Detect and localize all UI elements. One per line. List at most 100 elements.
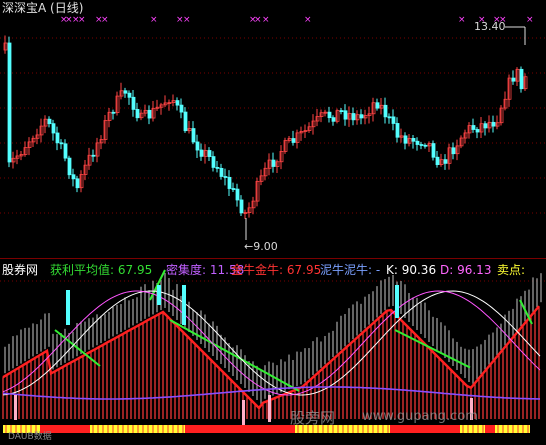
candle-body — [51, 123, 56, 134]
candle-body — [327, 111, 332, 119]
candle-body — [475, 129, 480, 133]
candle-body — [383, 104, 388, 118]
profit-average-line — [54, 329, 101, 367]
status-strip-segment — [390, 425, 460, 433]
candle-body — [339, 110, 344, 113]
candle-body — [483, 123, 488, 129]
candle-body — [519, 68, 524, 90]
watermark-site: 股旁网 — [290, 409, 336, 427]
candle-body — [351, 113, 356, 121]
candle-body — [375, 102, 380, 109]
candle-body — [387, 116, 392, 119]
candle-body — [111, 111, 116, 114]
candle-body — [231, 188, 236, 190]
candle-body — [183, 111, 188, 132]
buy-signal-spike — [66, 290, 70, 325]
candle-body — [511, 77, 516, 82]
candle-body — [7, 42, 12, 163]
candle-body — [415, 140, 420, 145]
candle-body — [55, 132, 60, 144]
d-value-readout: D: 96.13 — [440, 263, 492, 277]
status-strip-segment — [90, 425, 185, 433]
bottom-left-caption: DAUB数据 — [8, 432, 52, 442]
d-line — [2, 290, 541, 396]
chart-window[interactable]: 深深宝A (日线) × × × × × × × × × × × × × × × × × × 13.40 ←9.00… — [0, 0, 546, 445]
sell-cross-marker: × — [183, 15, 191, 25]
buy-signal-spike — [157, 285, 161, 305]
candle-body — [223, 176, 228, 178]
profit-average-line — [519, 299, 533, 325]
sell-cross-marker: × — [304, 15, 312, 25]
profit-average-readout: 获利平均值: 67.95 — [50, 263, 153, 277]
status-strip-segment — [485, 425, 495, 433]
candle-body — [211, 156, 216, 168]
indicator-name: 股券网 — [2, 263, 39, 277]
profit-average-line — [394, 329, 471, 369]
candle-body — [75, 178, 80, 189]
candle-body — [451, 147, 456, 155]
candle-body — [491, 121, 496, 127]
candle-body — [191, 128, 196, 143]
status-strip-segment — [460, 425, 485, 433]
golden-bull-line — [2, 305, 540, 410]
profit-average-line — [169, 319, 300, 392]
sell-cross-marker: × — [101, 15, 109, 25]
golden-bull-readout: 金牛金牛: 67.95 — [231, 263, 322, 277]
candle-body — [419, 144, 424, 146]
candle-body — [291, 138, 296, 143]
sell-signal-spike — [14, 395, 17, 420]
sell-cross-marker: × — [254, 15, 262, 25]
candle-body — [395, 123, 400, 138]
candle-body — [179, 104, 184, 113]
candle-body — [343, 110, 348, 120]
k-line — [2, 290, 541, 396]
candle-body — [431, 143, 436, 158]
sell-signal-spike — [242, 400, 245, 425]
candle-body — [207, 150, 212, 157]
candle-body — [219, 167, 224, 177]
candle-body — [271, 159, 276, 167]
sell-cross-marker: × — [458, 15, 466, 25]
sell-cross-marker: × — [78, 15, 86, 25]
sell-cross-marker: × — [262, 15, 270, 25]
candle-body — [127, 92, 132, 98]
low-price-value: 9.00 — [253, 240, 278, 253]
mud-bull-readout: 泥牛泥牛: - — [320, 263, 381, 277]
candle-body — [131, 96, 136, 110]
candle-body — [175, 100, 180, 106]
candle-body — [215, 167, 220, 169]
candle-body — [235, 188, 240, 201]
sell-signal-spike — [268, 395, 271, 422]
candle-body — [199, 149, 204, 157]
status-strip-segment — [185, 425, 295, 433]
candle-body — [239, 199, 244, 214]
candle-body — [227, 176, 232, 189]
candle-body — [331, 117, 336, 122]
candle-body — [123, 90, 128, 94]
k-value-readout: K: 90.36 — [386, 263, 437, 277]
candle-body — [67, 157, 72, 176]
candle-body — [59, 142, 64, 145]
sell-point-readout: 卖点: — [497, 263, 526, 277]
candle-body — [63, 143, 68, 159]
candle-body — [471, 125, 476, 130]
status-strip-segment — [495, 425, 530, 433]
candle-body — [423, 144, 428, 147]
candle-body — [443, 159, 448, 164]
candle-body — [391, 116, 396, 124]
candle-body — [147, 109, 152, 119]
high-price-label: 13.40 — [474, 20, 506, 33]
low-price-label: ←9.00 — [244, 240, 278, 253]
buy-signal-spike — [395, 285, 399, 318]
price-candlestick-chart[interactable]: ×× ×× ×× × × × ×× × × × × ×× × — [0, 0, 546, 258]
candle-body — [47, 118, 52, 125]
candle-body — [435, 156, 440, 165]
candle-body — [71, 174, 76, 180]
sell-cross-marker: × — [526, 15, 534, 25]
candle-body — [403, 135, 408, 144]
candle-body — [411, 138, 416, 142]
candle-body — [195, 141, 200, 151]
indicator-header: 股券网 获利平均值: 67.95 密集度: 11.58 金牛金牛: 67.95 … — [0, 262, 546, 279]
panel-separator — [0, 258, 546, 259]
candle-body — [359, 114, 364, 119]
